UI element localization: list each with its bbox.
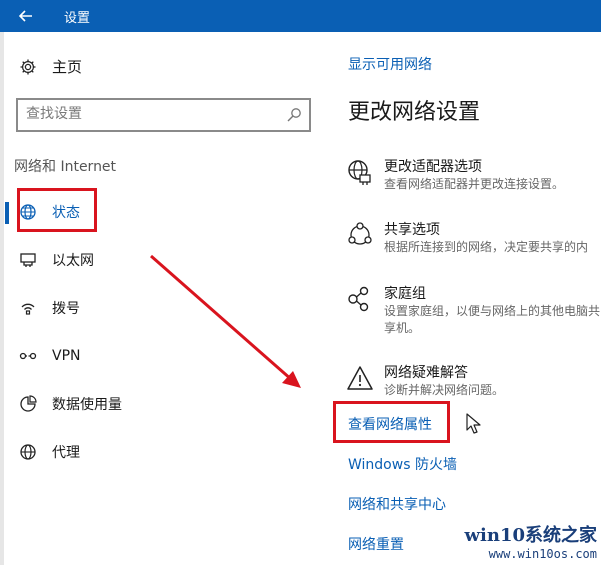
annotation-arrow <box>150 254 301 388</box>
watermark: win10系统之家 www.win10os.com <box>465 521 597 561</box>
mouse-cursor-icon <box>466 413 481 434</box>
watermark-brand: win10系统之家 <box>464 525 597 546</box>
watermark-url: www.win10os.com <box>488 547 597 561</box>
